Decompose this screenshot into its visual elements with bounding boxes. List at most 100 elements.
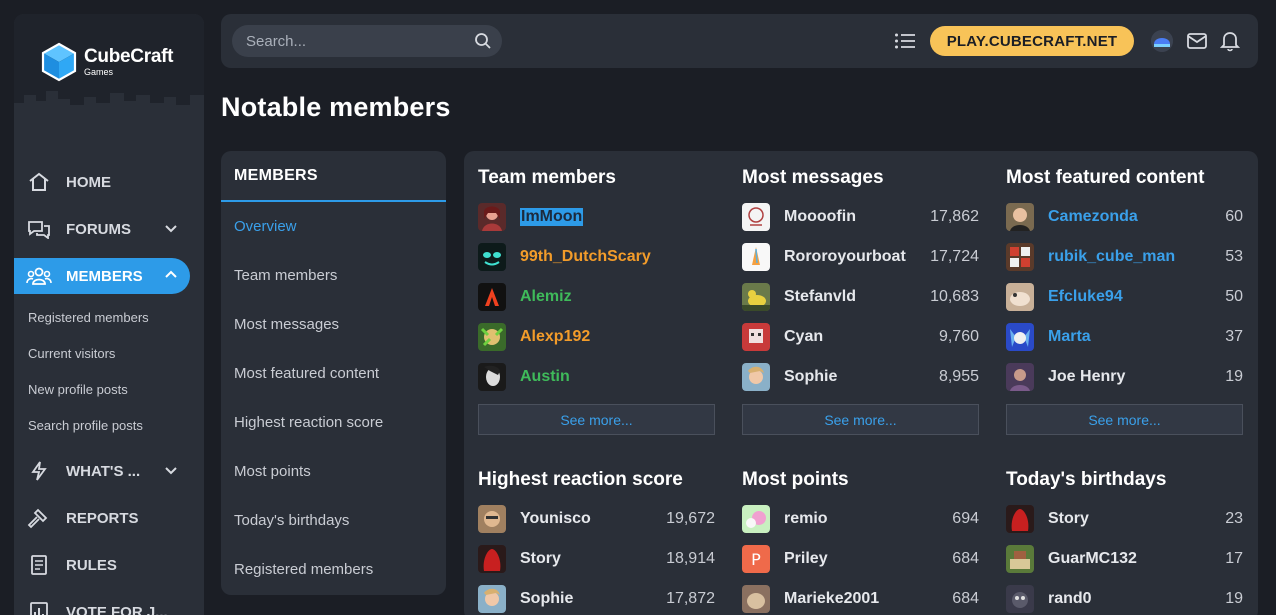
member-name[interactable]: rubik_cube_man	[1048, 248, 1175, 266]
member-name[interactable]: Austin	[520, 368, 570, 386]
member-name[interactable]: 99th_DutchScary	[520, 248, 651, 266]
play-server-button[interactable]: PLAY.CUBECRAFT.NET	[930, 26, 1134, 56]
avatar[interactable]	[478, 505, 506, 533]
see-more-button[interactable]: See more...	[1006, 404, 1243, 435]
list-item[interactable]: rubik_cube_man 53	[1006, 237, 1243, 277]
list-item[interactable]: P Priley 684	[742, 539, 979, 579]
avatar[interactable]	[1006, 243, 1034, 271]
see-more-button[interactable]: See more...	[742, 404, 979, 435]
subnav-search-profile-posts[interactable]: Search profile posts	[14, 407, 204, 443]
member-name[interactable]: GuarMC132	[1048, 550, 1137, 568]
see-more-button[interactable]: See more...	[478, 404, 715, 435]
member-name[interactable]: remio	[784, 510, 828, 528]
list-item[interactable]: Alexp192	[478, 317, 715, 357]
avatar[interactable]	[478, 283, 506, 311]
avatar[interactable]	[478, 585, 506, 613]
chevron-up-icon[interactable]	[164, 268, 178, 282]
list-item[interactable]: Marta 37	[1006, 317, 1243, 357]
list-item[interactable]: Alemiz	[478, 277, 715, 317]
sidebar-item-forums[interactable]: FORUMS	[14, 211, 190, 247]
member-name[interactable]: Sophie	[784, 368, 837, 386]
member-name[interactable]: Alexp192	[520, 328, 590, 346]
list-item[interactable]: Stefanvld 10,683	[742, 277, 979, 317]
member-name[interactable]: Camezonda	[1048, 208, 1138, 226]
list-item[interactable]: 99th_DutchScary	[478, 237, 715, 277]
member-name[interactable]: Younisco	[520, 510, 591, 528]
chevron-down-icon[interactable]	[164, 221, 178, 235]
sidebar-item-home[interactable]: HOME	[14, 164, 190, 200]
avatar[interactable]	[1006, 203, 1034, 231]
member-name[interactable]: rand0	[1048, 590, 1092, 608]
user-avatar[interactable]	[1151, 30, 1173, 52]
avatar[interactable]	[742, 243, 770, 271]
member-name[interactable]: Moooofin	[784, 208, 856, 226]
members-nav-overview[interactable]: Overview	[221, 202, 446, 251]
member-name[interactable]: Stefanvld	[784, 288, 856, 306]
search-icon[interactable]	[474, 32, 492, 50]
members-nav-team-members[interactable]: Team members	[221, 251, 446, 300]
subnav-new-profile-posts[interactable]: New profile posts	[14, 371, 204, 407]
avatar[interactable]	[742, 363, 770, 391]
member-name[interactable]: Story	[1048, 510, 1089, 528]
bell-icon[interactable]	[1220, 30, 1240, 52]
members-nav-most-points[interactable]: Most points	[221, 447, 446, 496]
list-item[interactable]: Efcluke94 50	[1006, 277, 1243, 317]
member-name[interactable]: Story	[520, 550, 561, 568]
member-name[interactable]: Efcluke94	[1048, 288, 1123, 306]
members-nav-highest-reaction[interactable]: Highest reaction score	[221, 398, 446, 447]
list-icon[interactable]	[894, 31, 916, 51]
list-item[interactable]: Marieke2001 684	[742, 579, 979, 615]
avatar[interactable]	[1006, 323, 1034, 351]
avatar[interactable]	[1006, 363, 1034, 391]
list-item[interactable]: Younisco 19,672	[478, 499, 715, 539]
avatar[interactable]	[742, 203, 770, 231]
member-name[interactable]: Rororoyourboat	[784, 248, 906, 266]
list-item[interactable]: GuarMC132 17	[1006, 539, 1243, 579]
members-nav-most-featured[interactable]: Most featured content	[221, 349, 446, 398]
avatar[interactable]	[478, 323, 506, 351]
sidebar-item-rules[interactable]: RULES	[14, 547, 190, 583]
avatar[interactable]	[742, 323, 770, 351]
avatar[interactable]	[742, 283, 770, 311]
member-name[interactable]: Marieke2001	[784, 590, 879, 608]
member-name[interactable]: Marta	[1048, 328, 1091, 346]
sidebar-item-reports[interactable]: REPORTS	[14, 500, 190, 536]
list-item[interactable]: ImMoon	[478, 197, 715, 237]
members-nav-todays-birthdays[interactable]: Today's birthdays	[221, 496, 446, 545]
list-item[interactable]: Sophie 8,955	[742, 357, 979, 397]
avatar[interactable]	[1006, 585, 1034, 613]
member-name[interactable]: Sophie	[520, 590, 573, 608]
list-item[interactable]: Moooofin 17,862	[742, 197, 979, 237]
members-nav-most-messages[interactable]: Most messages	[221, 300, 446, 349]
avatar[interactable]	[478, 243, 506, 271]
avatar[interactable]	[742, 505, 770, 533]
list-item[interactable]: Story 23	[1006, 499, 1243, 539]
avatar[interactable]: P	[742, 545, 770, 573]
avatar[interactable]	[742, 585, 770, 613]
list-item[interactable]: Sophie 17,872	[478, 579, 715, 615]
list-item[interactable]: Austin	[478, 357, 715, 397]
list-item[interactable]: Camezonda 60	[1006, 197, 1243, 237]
avatar[interactable]	[1006, 283, 1034, 311]
sidebar-item-whats-new[interactable]: WHAT'S ...	[14, 453, 190, 489]
member-name[interactable]: Joe Henry	[1048, 368, 1125, 386]
members-nav-registered-members[interactable]: Registered members	[221, 545, 446, 594]
member-name[interactable]: ImMoon	[520, 208, 584, 226]
cubecraft-logo[interactable]: CubeCraft Games	[40, 42, 173, 82]
list-item[interactable]: Cyan 9,760	[742, 317, 979, 357]
avatar[interactable]	[478, 545, 506, 573]
sidebar-item-members[interactable]: MEMBERS	[14, 258, 190, 294]
sidebar-item-vote[interactable]: VOTE FOR J...	[14, 594, 190, 615]
list-item[interactable]: Joe Henry 19	[1006, 357, 1243, 397]
member-name[interactable]: Cyan	[784, 328, 823, 346]
list-item[interactable]: rand0 19	[1006, 579, 1243, 615]
avatar[interactable]	[478, 203, 506, 231]
search-input[interactable]	[232, 25, 502, 57]
list-item[interactable]: remio 694	[742, 499, 979, 539]
mail-icon[interactable]	[1186, 32, 1208, 50]
subnav-registered-members[interactable]: Registered members	[14, 299, 204, 335]
list-item[interactable]: Rororoyourboat 17,724	[742, 237, 979, 277]
avatar[interactable]	[1006, 545, 1034, 573]
avatar[interactable]	[478, 363, 506, 391]
list-item[interactable]: Story 18,914	[478, 539, 715, 579]
